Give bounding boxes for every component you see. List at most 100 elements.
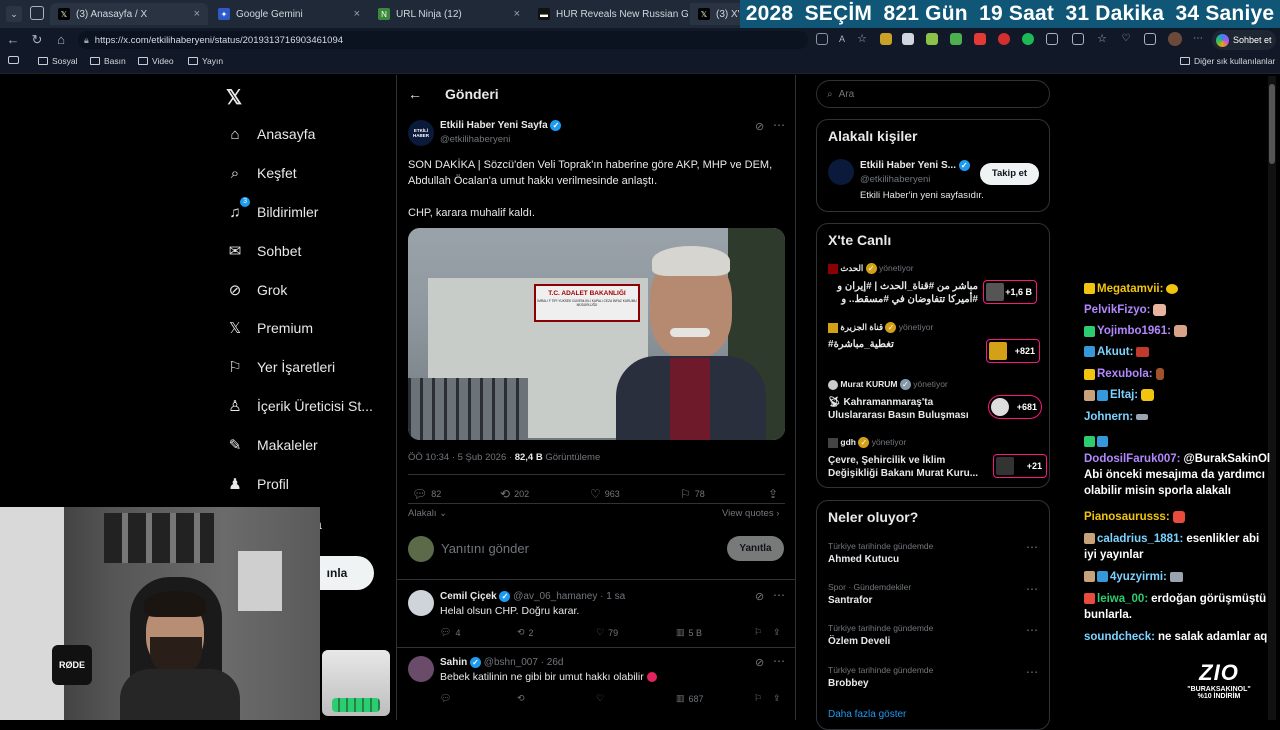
reply-button[interactable]: Yanıtla [727, 536, 784, 561]
reply-input[interactable]: Yanıtını gönder [441, 541, 529, 556]
close-icon[interactable]: × [194, 8, 200, 20]
reply-avatar[interactable] [408, 656, 434, 682]
address-bar[interactable]: 🔒︎ https://x.com/etkilihaberyeni/status/… [78, 31, 808, 49]
post-avatar[interactable]: ETKİLİ HABER [408, 120, 434, 146]
share-action[interactable]: ⇪ [773, 627, 781, 638]
live-host[interactable]: قناة الجزيرة ✓ yönetiyor [828, 322, 933, 334]
repost-action[interactable]: ⟲ 202 [500, 487, 529, 501]
nav-premium[interactable]: 𝕏 Premium [226, 319, 313, 337]
more-options-icon[interactable]: ⋯ [1026, 623, 1039, 637]
search-input[interactable]: ⌕ Ara [816, 80, 1050, 108]
nav-grok[interactable]: ⊘ Grok [226, 281, 288, 299]
nav-bookmarks[interactable]: ⚐ Yer İşaretleri [226, 358, 335, 376]
tab-url-ninja[interactable]: N URL Ninja (12) × [370, 3, 528, 25]
nav-home[interactable]: ⌂ Anasayfa [226, 125, 315, 143]
person-name[interactable]: Etkili Haber Yeni S... ✓ [860, 160, 970, 171]
close-icon[interactable]: × [514, 8, 520, 20]
extension-icon[interactable] [998, 33, 1010, 45]
live-host[interactable]: Murat KURUM ✓ yönetiyor [828, 379, 948, 391]
trend-item[interactable]: Türkiye tarihinde gündemde Ahmed Kutucu [828, 541, 933, 565]
relevance-sort[interactable]: Alakalı ⌄ [408, 508, 447, 519]
nav-creator-studio[interactable]: ♙ İçerik Üreticisi St... [226, 397, 373, 415]
follow-button[interactable]: Takip et [980, 163, 1039, 185]
live-listener-badge[interactable]: +681 [988, 395, 1042, 419]
reply-action[interactable]: 💬︎ 4 [440, 627, 460, 638]
more-options-icon[interactable]: ⋯ [773, 654, 785, 668]
reply-author[interactable]: Cemil Çiçek ✓ @av_06_hamaney · 1 sa [440, 591, 625, 602]
reading-list-icon[interactable] [8, 56, 19, 64]
grok-icon[interactable]: ⊘ [755, 656, 764, 669]
tab-menu-icon[interactable]: ⌄ [6, 6, 22, 22]
reply-action[interactable]: 💬︎ [440, 693, 451, 704]
trend-item[interactable]: Türkiye tarihinde gündemde Özlem Develi [828, 623, 933, 647]
bookmark-folder-basin[interactable]: Basın [90, 56, 126, 66]
views-action[interactable]: ▥ 687 [676, 693, 704, 704]
tab-news[interactable]: ▬ HUR Reveals New Russian Geran-... × [530, 3, 688, 25]
page-scrollbar[interactable] [1268, 76, 1276, 720]
tab-x-home[interactable]: 𝕏 (3) Anasayfa / X × [50, 3, 208, 25]
back-icon[interactable]: ← [4, 31, 22, 49]
add-favorite-icon[interactable]: ☆ [856, 33, 868, 45]
live-title[interactable]: مباشر من #قناة_الحدث | #إيران و #أميركا ت… [828, 280, 978, 306]
back-arrow-icon[interactable]: ← [408, 86, 422, 102]
workspaces-icon[interactable] [30, 6, 44, 20]
bookmark-action[interactable]: ⚐ 78 [680, 487, 705, 501]
x-logo-icon[interactable]: 𝕏 [226, 85, 242, 110]
bookmark-folder-sosyal[interactable]: Sosyal [38, 56, 78, 66]
live-listener-badge[interactable]: +21 [993, 454, 1047, 478]
post-handle[interactable]: @etkilihaberyeni [440, 134, 510, 145]
nav-articles[interactable]: ✎ Makaleler [226, 436, 318, 454]
extension-icon[interactable] [1022, 33, 1034, 45]
share-action[interactable]: ⇪ [768, 487, 778, 501]
more-options-icon[interactable]: ⋯ [1026, 582, 1039, 596]
extension-icon[interactable] [880, 33, 892, 45]
grok-icon[interactable]: ⊘ [755, 590, 764, 603]
profile-avatar[interactable] [1168, 32, 1182, 46]
extension-icon[interactable] [926, 33, 938, 45]
collections-icon[interactable] [1144, 33, 1156, 45]
tab-gemini[interactable]: ✦ Google Gemini × [210, 3, 368, 25]
other-bookmarks[interactable]: Diğer sık kullanılanlar [1180, 56, 1275, 66]
live-title[interactable]: #تغطية_مباشرة [828, 339, 894, 350]
bookmark-action[interactable]: ⚐ [754, 627, 762, 638]
live-title[interactable]: Çevre, Şehircilik ve İklim Değişikliği Ba… [828, 454, 978, 480]
favorites-icon[interactable]: ☆ [1096, 33, 1108, 45]
live-listener-badge[interactable]: +821 [986, 339, 1040, 363]
post-author[interactable]: Etkili Haber Yeni Sayfa ✓ [440, 120, 562, 131]
read-aloud-icon[interactable]: A [836, 33, 848, 45]
extension-icon[interactable] [974, 33, 986, 45]
more-options-icon[interactable]: ⋯ [1026, 540, 1039, 554]
reply-author[interactable]: Sahin ✓ @bshn_007 · 26d [440, 657, 563, 668]
trend-item[interactable]: Türkiye tarihinde gündemde Brobbey [828, 665, 933, 689]
reply-action[interactable]: 💬︎ 82 [412, 487, 441, 501]
post-image[interactable]: T.C. ADALET BAKANLIĞI İMRALI F TİPİ YÜKS… [408, 228, 785, 440]
more-icon[interactable]: ⋯ [1192, 33, 1204, 45]
repost-action[interactable]: ⟲ 2 [517, 627, 534, 638]
grok-icon[interactable]: ⊘ [755, 120, 764, 133]
person-avatar[interactable] [828, 159, 854, 185]
like-action[interactable]: ♡ 963 [590, 487, 620, 501]
copilot-chat-button[interactable]: Sohbet et [1212, 30, 1276, 50]
extension-icon[interactable] [816, 33, 828, 45]
view-quotes-link[interactable]: View quotes › [722, 508, 779, 519]
views-action[interactable]: ▥ 5 B [676, 627, 702, 638]
live-listener-badge[interactable]: +1,6 B [983, 280, 1037, 304]
extensions-puzzle-icon[interactable] [1046, 33, 1058, 45]
repost-action[interactable]: ⟲ [517, 693, 525, 704]
reload-icon[interactable]: ↻ [28, 31, 46, 49]
nav-chat[interactable]: ✉ Sohbet [226, 242, 302, 260]
tab-x-active[interactable]: 𝕏 (3) X'te E [690, 3, 740, 25]
extension-icon[interactable] [902, 33, 914, 45]
reply-avatar[interactable] [408, 590, 434, 616]
heart-icon[interactable]: ♡ [1120, 33, 1132, 45]
like-action[interactable]: ♡ 79 [596, 627, 618, 638]
extension-icon[interactable] [950, 33, 962, 45]
nav-profile[interactable]: ♟ Profil [226, 475, 289, 493]
live-host[interactable]: الحدث ✓ yönetiyor [828, 263, 914, 275]
like-action[interactable]: ♡ [596, 693, 604, 704]
nav-notifications[interactable]: ♫ 3 Bildirimler [226, 197, 318, 221]
scrollbar-thumb[interactable] [1269, 84, 1275, 164]
nav-explore[interactable]: ⌕ Keşfet [226, 164, 297, 182]
bookmark-folder-yayin[interactable]: Yayın [188, 56, 223, 66]
more-options-icon[interactable]: ⋯ [773, 118, 785, 132]
